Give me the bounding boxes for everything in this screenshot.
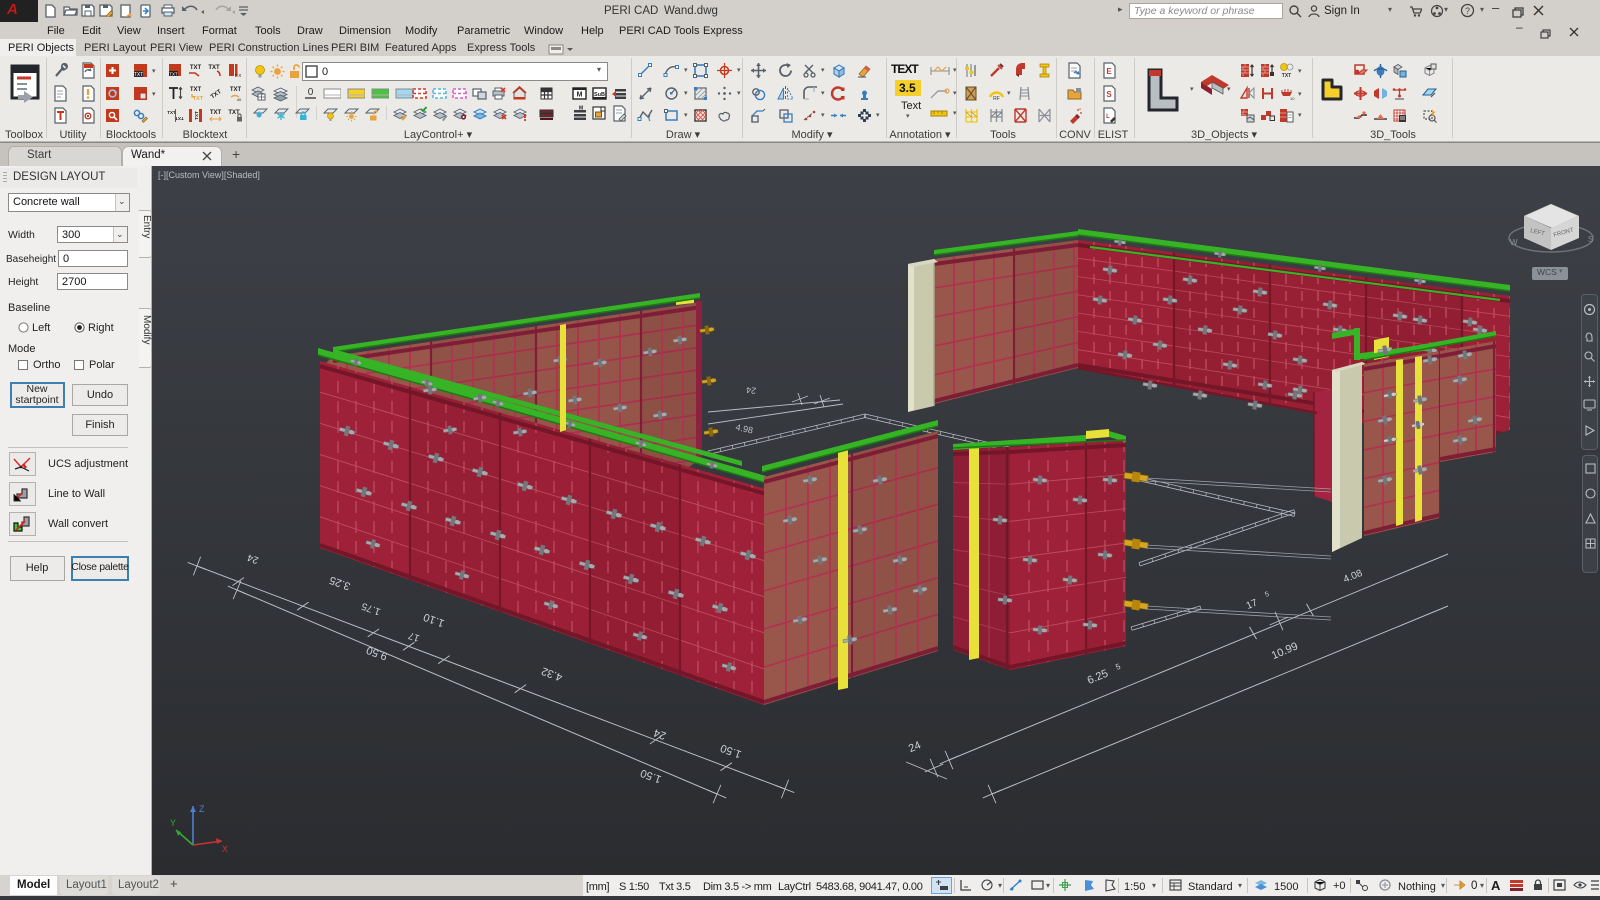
svg-text:TXT: TXT bbox=[230, 87, 242, 93]
svg-text:TXT: TXT bbox=[190, 87, 202, 93]
svg-text:TXT: TXT bbox=[175, 116, 184, 121]
svg-text:TXT: TXT bbox=[134, 72, 143, 78]
svg-text:0: 0 bbox=[308, 87, 314, 98]
svg-text:TXT: TXT bbox=[208, 65, 220, 71]
svg-text:10: 10 bbox=[1290, 96, 1295, 101]
svg-text:1:X: 1:X bbox=[235, 73, 242, 78]
svg-text:S: S bbox=[1588, 235, 1593, 244]
svg-text:TXT: TXT bbox=[169, 72, 178, 77]
svg-text:W: W bbox=[1510, 238, 1518, 247]
svg-text:E: E bbox=[1106, 67, 1112, 76]
svg-text:M: M bbox=[579, 106, 583, 112]
svg-text:TXT: TXT bbox=[193, 96, 204, 102]
svg-text:TXT: TXT bbox=[210, 110, 222, 116]
svg-text:L: L bbox=[1106, 114, 1110, 120]
svg-text:S: S bbox=[1106, 90, 1112, 99]
svg-text:TXT: TXT bbox=[194, 111, 199, 120]
svg-text:TXT: TXT bbox=[1282, 73, 1291, 79]
svg-text:TXT: TXT bbox=[167, 110, 176, 115]
svg-text:M: M bbox=[577, 92, 583, 99]
svg-text:TXT: TXT bbox=[210, 89, 223, 101]
svg-text:RF: RF bbox=[993, 96, 1000, 102]
svg-text:?: ? bbox=[1465, 6, 1470, 16]
svg-text:40: 40 bbox=[237, 97, 242, 102]
svg-text:TXT: TXT bbox=[190, 65, 202, 71]
